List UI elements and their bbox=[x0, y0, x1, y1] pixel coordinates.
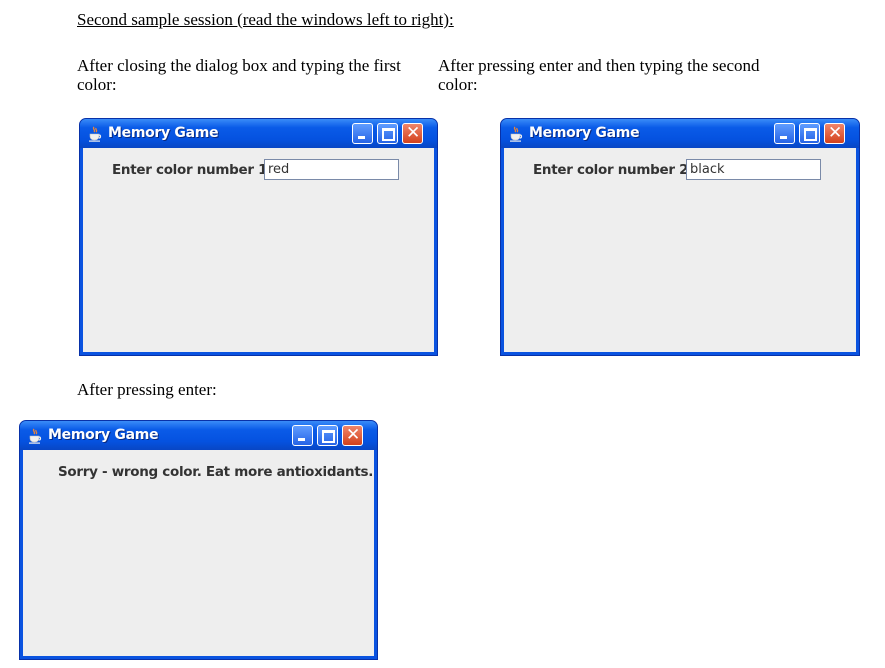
close-icon: ✕ bbox=[346, 425, 361, 445]
color-input[interactable] bbox=[264, 159, 399, 180]
minimize-button[interactable] bbox=[292, 425, 313, 446]
maximize-icon bbox=[322, 430, 335, 443]
window-content: Enter color number 1: bbox=[83, 148, 434, 352]
java-cup-icon bbox=[89, 126, 102, 142]
window-title: Memory Game bbox=[529, 125, 640, 141]
memory-game-window-2: Memory Game ✕ Enter color number 2: bbox=[500, 118, 860, 356]
minimize-icon bbox=[780, 136, 787, 139]
color-number-label: Enter color number 1: bbox=[112, 162, 273, 178]
java-cup-icon bbox=[510, 126, 523, 142]
caption-second-window: After pressing enter and then typing the… bbox=[438, 56, 760, 94]
minimize-icon bbox=[298, 438, 305, 441]
close-button[interactable]: ✕ bbox=[342, 425, 363, 446]
maximize-icon bbox=[382, 128, 395, 141]
minimize-icon bbox=[358, 136, 365, 139]
close-icon: ✕ bbox=[828, 123, 843, 143]
window-titlebar[interactable]: Memory Game ✕ bbox=[80, 119, 437, 148]
maximize-icon bbox=[804, 128, 817, 141]
window-title: Memory Game bbox=[108, 125, 219, 141]
window-content: Sorry - wrong color. Eat more antioxidan… bbox=[23, 450, 374, 656]
memory-game-window-1: Memory Game ✕ Enter color number 1: bbox=[79, 118, 438, 356]
close-button[interactable]: ✕ bbox=[824, 123, 845, 144]
maximize-button[interactable] bbox=[377, 123, 398, 144]
java-cup-icon bbox=[29, 428, 42, 444]
page-heading: Second sample session (read the windows … bbox=[77, 10, 454, 29]
window-title: Memory Game bbox=[48, 427, 159, 443]
caption-third-window: After pressing enter: bbox=[77, 380, 217, 399]
color-input[interactable] bbox=[686, 159, 821, 180]
window-titlebar[interactable]: Memory Game ✕ bbox=[20, 421, 377, 450]
close-button[interactable]: ✕ bbox=[402, 123, 423, 144]
close-icon: ✕ bbox=[406, 123, 421, 143]
minimize-button[interactable] bbox=[774, 123, 795, 144]
maximize-button[interactable] bbox=[799, 123, 820, 144]
minimize-button[interactable] bbox=[352, 123, 373, 144]
memory-game-window-3: Memory Game ✕ Sorry - wrong color. Eat m… bbox=[19, 420, 378, 660]
window-content: Enter color number 2: bbox=[504, 148, 856, 352]
maximize-button[interactable] bbox=[317, 425, 338, 446]
result-message: Sorry - wrong color. Eat more antioxidan… bbox=[58, 464, 374, 480]
caption-first-window: After closing the dialog box and typing … bbox=[77, 56, 401, 94]
window-titlebar[interactable]: Memory Game ✕ bbox=[501, 119, 859, 148]
color-number-label: Enter color number 2: bbox=[533, 162, 694, 178]
